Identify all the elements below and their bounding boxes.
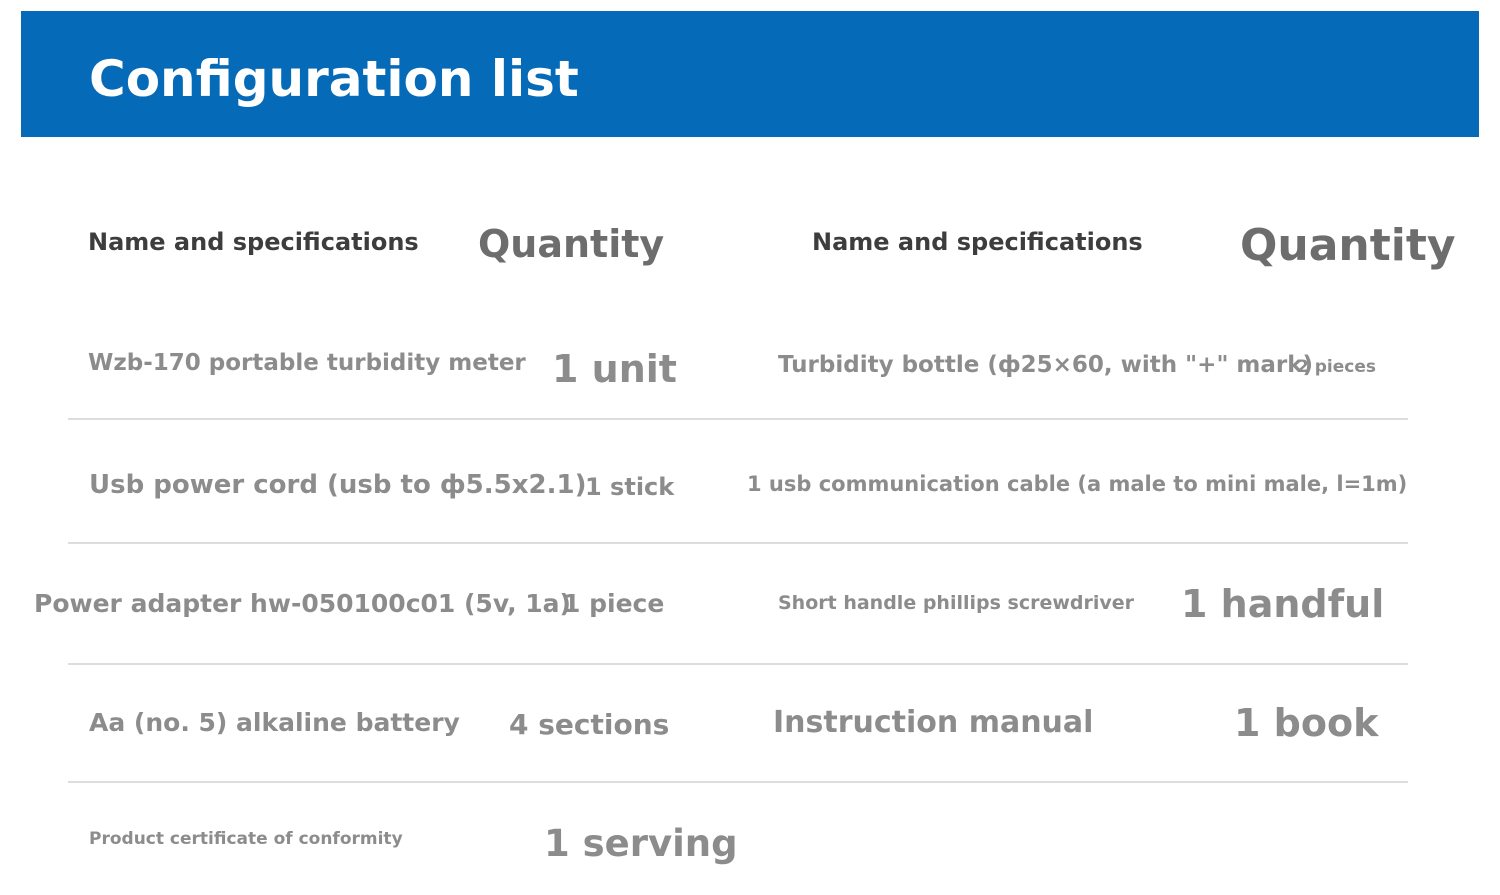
row-4-right-quantity: 1 book [1234, 701, 1379, 745]
page-title: Configuration list [89, 50, 579, 108]
row-1-right-quantity: 2 pieces [1297, 357, 1376, 377]
row-5-left-quantity: 1 serving [544, 822, 738, 865]
row-1-left-quantity: 1 unit [552, 347, 677, 391]
header-name-left: Name and specifications [88, 228, 419, 256]
row-divider [68, 542, 1408, 544]
row-3-right-quantity: 1 handful [1181, 582, 1385, 626]
row-divider [68, 781, 1408, 783]
row-2-left-quantity: 1 stick [585, 473, 675, 501]
row-1-left-name: Wzb-170 portable turbidity meter [88, 350, 526, 376]
row-2-left-name: Usb power cord (usb to ф5.5x2.1) [89, 470, 587, 500]
row-divider [68, 418, 1408, 420]
row-3-right-name: Short handle phillips screwdriver [778, 592, 1135, 614]
title-banner: Configuration list [21, 11, 1479, 137]
row-4-left-quantity: 4 sections [509, 708, 670, 741]
header-name-right: Name and specifications [812, 228, 1143, 256]
row-4-left-name: Aa (no. 5) alkaline battery [89, 708, 460, 737]
row-4-right-name: Instruction manual [773, 705, 1094, 740]
header-quantity-right: Quantity [1240, 220, 1456, 271]
row-5-left-name: Product certificate of conformity [89, 829, 403, 849]
row-3-left-quantity: 1 piece [563, 589, 665, 618]
row-2-right-name: 1 usb communication cable (a male to min… [747, 472, 1408, 496]
row-divider [68, 663, 1408, 665]
row-3-left-name: Power adapter hw-050100c01 (5v, 1a) [34, 589, 571, 618]
row-1-right-name: Turbidity bottle (ф25×60, with "+" mark) [778, 352, 1314, 378]
header-quantity-left: Quantity [478, 222, 665, 266]
